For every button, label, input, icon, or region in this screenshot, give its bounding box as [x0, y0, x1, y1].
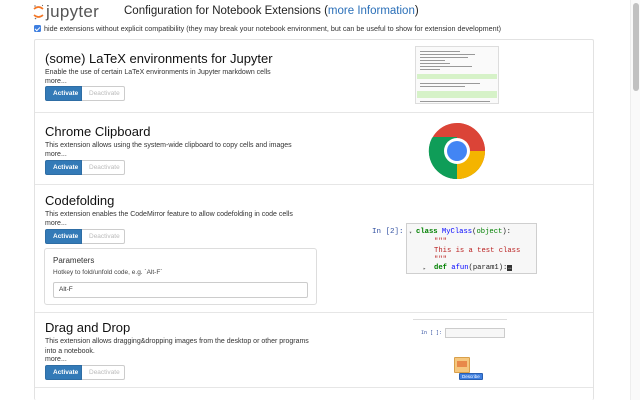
parameters-title: Parameters [53, 256, 95, 265]
activation-buttons: Activate Deactivate [45, 365, 125, 380]
extension-latex: (some) LaTeX environments for Jupyter En… [35, 40, 593, 113]
activate-button[interactable]: Activate [45, 365, 82, 380]
extension-codefolding: Codefolding This extension enables the C… [35, 185, 593, 313]
page-title: Configuration for Notebook Extensions (m… [124, 5, 419, 17]
chrome-logo-icon [428, 123, 485, 180]
more-link[interactable]: more... [45, 220, 67, 227]
activation-buttons: Activate Deactivate [45, 86, 125, 101]
codefolding-preview: In [2]: ▾ class MyClass(object): """ Thi… [368, 223, 538, 275]
image-file-inner [457, 361, 467, 367]
code-line: class MyClass(object): [416, 228, 511, 236]
code-line: def afun(param1):↔ [434, 264, 513, 272]
jupyter-logo[interactable]: jupyter [33, 2, 113, 22]
extension-description: Enable the use of certain LaTeX environm… [45, 69, 271, 76]
more-link[interactable]: more... [45, 151, 67, 158]
fold-arrow-icon: ▾ [409, 230, 413, 236]
extension-description: This extension allows dragging&dropping … [45, 338, 309, 355]
extension-title: Drag and Drop [45, 320, 131, 335]
deactivate-button[interactable]: Deactivate [82, 86, 125, 101]
hotkey-hint: Hotkey to fold/unfold code, e.g. `Alt-F` [53, 269, 163, 276]
activate-button[interactable]: Activate [45, 86, 82, 101]
empty-cell [445, 328, 505, 338]
logo-text: jupyter [46, 2, 100, 21]
extension-list[interactable]: (some) LaTeX environments for Jupyter En… [34, 39, 594, 400]
page-header: jupyter Configuration for Notebook Exten… [0, 0, 640, 22]
hide-incompatible-checkbox[interactable] [34, 25, 41, 32]
code-cell-preview: ▾ class MyClass(object): """ This is a t… [406, 223, 537, 274]
scrollbar-thumb[interactable] [633, 3, 639, 91]
deactivate-button[interactable]: Deactivate [82, 229, 125, 244]
code-line: """ [434, 238, 447, 246]
deactivate-button[interactable]: Deactivate [82, 365, 125, 380]
cell-prompt: In [2]: [372, 228, 404, 236]
extension-title: Codefolding [45, 193, 115, 208]
parameters-panel: Parameters Hotkey to fold/unfold code, e… [44, 248, 317, 305]
jupyter-logo-icon [33, 4, 44, 20]
compat-filter-label: hide extensions without explicit compati… [44, 24, 502, 33]
drag-drop-preview: In [ ]: Describe [413, 319, 507, 381]
extension-drag-and-drop: Drag and Drop This extension allows drag… [35, 313, 593, 388]
more-information-link[interactable]: more Information [328, 5, 415, 17]
deactivate-button[interactable]: Deactivate [82, 160, 125, 175]
extension-description: This extension allows using the system-w… [45, 142, 292, 149]
describe-badge: Describe [459, 373, 483, 380]
cell-prompt: In [ ]: [421, 330, 443, 336]
hotkey-input[interactable]: Alt-F [53, 282, 308, 298]
activation-buttons: Activate Deactivate [45, 160, 125, 175]
code-line: This is a test class [434, 247, 521, 255]
extension-title: (some) LaTeX environments for Jupyter [45, 51, 273, 66]
compat-filter-row[interactable]: hide extensions without explicit compati… [34, 24, 501, 33]
activate-button[interactable]: Activate [45, 229, 82, 244]
latex-preview-image [415, 46, 499, 104]
page-scrollbar[interactable] [630, 0, 640, 400]
more-link[interactable]: more... [45, 78, 67, 85]
activate-button[interactable]: Activate [45, 160, 82, 175]
more-link[interactable]: more... [45, 356, 67, 363]
activation-buttons: Activate Deactivate [45, 229, 125, 244]
extension-title: Chrome Clipboard [45, 124, 151, 139]
extension-chrome-clipboard: Chrome Clipboard This extension allows u… [35, 113, 593, 185]
code-line: """ [434, 256, 447, 264]
fold-arrow-icon: ▸ [423, 266, 427, 272]
extension-description: This extension enables the CodeMirror fe… [45, 211, 293, 218]
